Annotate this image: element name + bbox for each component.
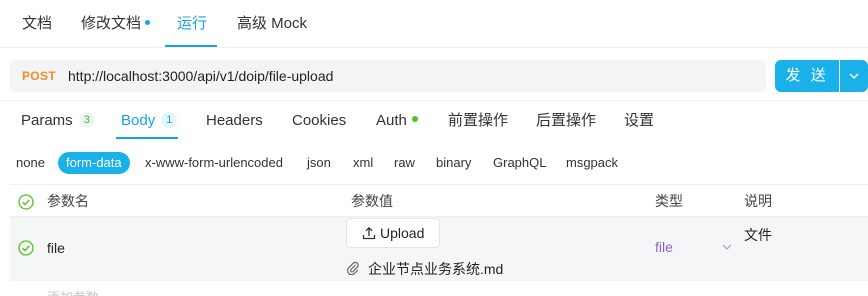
upload-label: Upload bbox=[380, 225, 425, 241]
url-input[interactable]: http://localhost:3000/api/v1/doip/file-u… bbox=[68, 60, 333, 92]
param-description[interactable]: 文件 bbox=[744, 225, 772, 245]
upload-icon bbox=[362, 226, 376, 240]
header-type: 类型 bbox=[655, 193, 683, 209]
tab-post-operations[interactable]: 后置操作 bbox=[536, 106, 596, 136]
tab-auth-label: Auth bbox=[376, 112, 407, 129]
active-tab-indicator bbox=[165, 45, 217, 47]
params-count-badge: 3 bbox=[78, 112, 95, 128]
body-type-raw[interactable]: raw bbox=[394, 152, 415, 174]
tab-headers[interactable]: Headers bbox=[206, 106, 263, 136]
tab-auth[interactable]: Auth bbox=[376, 106, 418, 136]
tab-params-label: Params bbox=[21, 112, 73, 129]
tab-cookies-label: Cookies bbox=[292, 112, 347, 129]
top-tab-bar: 文档 修改文档 运行 高级 Mock bbox=[0, 0, 868, 48]
tab-settings-label: 设置 bbox=[624, 112, 655, 129]
tab-cookies[interactable]: Cookies bbox=[292, 106, 346, 136]
tab-settings[interactable]: 设置 bbox=[624, 106, 654, 136]
tab-pre-operations[interactable]: 前置操作 bbox=[448, 106, 508, 136]
table-row: file Upload 企业节点业务系统.md file 文件 bbox=[10, 217, 868, 281]
chevron-down-icon[interactable] bbox=[722, 243, 732, 251]
select-all-checkbox-icon[interactable] bbox=[18, 194, 34, 210]
param-name[interactable]: file bbox=[47, 240, 65, 256]
body-type-urlencoded[interactable]: x-www-form-urlencoded bbox=[145, 152, 283, 174]
divider bbox=[0, 100, 868, 101]
tab-pre-label: 前置操作 bbox=[448, 112, 509, 129]
body-count-badge: 1 bbox=[161, 112, 178, 128]
tab-run[interactable]: 运行 bbox=[177, 0, 207, 48]
tab-edit-docs-label: 修改文档 bbox=[81, 15, 142, 32]
body-type-graphql[interactable]: GraphQL bbox=[493, 152, 546, 174]
tab-docs-label: 文档 bbox=[22, 15, 53, 32]
url-bar[interactable]: POST http://localhost:3000/api/v1/doip/f… bbox=[10, 60, 766, 92]
modified-dot bbox=[145, 20, 151, 25]
tab-run-label: 运行 bbox=[177, 15, 208, 32]
header-description: 说明 bbox=[744, 193, 772, 209]
body-type-none[interactable]: none bbox=[16, 152, 45, 174]
tab-docs[interactable]: 文档 bbox=[22, 0, 52, 48]
tab-body-label: Body bbox=[121, 112, 156, 129]
row-checkbox-icon[interactable] bbox=[18, 240, 34, 256]
send-button[interactable]: 发 送 bbox=[775, 60, 839, 92]
body-type-form-data[interactable]: form-data bbox=[58, 152, 130, 174]
body-type-xml[interactable]: xml bbox=[353, 152, 373, 174]
tab-edit-docs[interactable]: 修改文档 bbox=[81, 0, 151, 48]
add-param-placeholder[interactable]: 添加参数 bbox=[47, 287, 99, 296]
tab-params[interactable]: Params 3 bbox=[21, 106, 95, 136]
tab-headers-label: Headers bbox=[206, 112, 263, 129]
active-param-tab-indicator bbox=[116, 137, 178, 139]
http-method[interactable]: POST bbox=[22, 60, 56, 92]
body-type-msgpack[interactable]: msgpack bbox=[566, 152, 618, 174]
body-type-binary[interactable]: binary bbox=[436, 152, 471, 174]
chevron-down-icon bbox=[849, 73, 859, 80]
param-type-select[interactable]: file bbox=[655, 239, 673, 255]
upload-button[interactable]: Upload bbox=[346, 218, 440, 248]
tab-post-label: 后置操作 bbox=[536, 112, 597, 129]
tab-mock-label: 高级 Mock bbox=[237, 15, 308, 32]
paperclip-icon bbox=[347, 261, 359, 275]
file-name: 企业节点业务系统.md bbox=[368, 261, 504, 277]
body-type-json[interactable]: json bbox=[307, 152, 331, 174]
auth-status-dot bbox=[411, 116, 418, 122]
params-table-header: 参数名 参数值 类型 说明 bbox=[10, 184, 868, 217]
header-value: 参数值 bbox=[351, 193, 393, 209]
tab-advanced-mock[interactable]: 高级 Mock bbox=[237, 0, 307, 48]
tab-body[interactable]: Body 1 bbox=[121, 106, 178, 136]
send-dropdown-button[interactable] bbox=[840, 60, 868, 92]
header-name: 参数名 bbox=[47, 193, 89, 209]
